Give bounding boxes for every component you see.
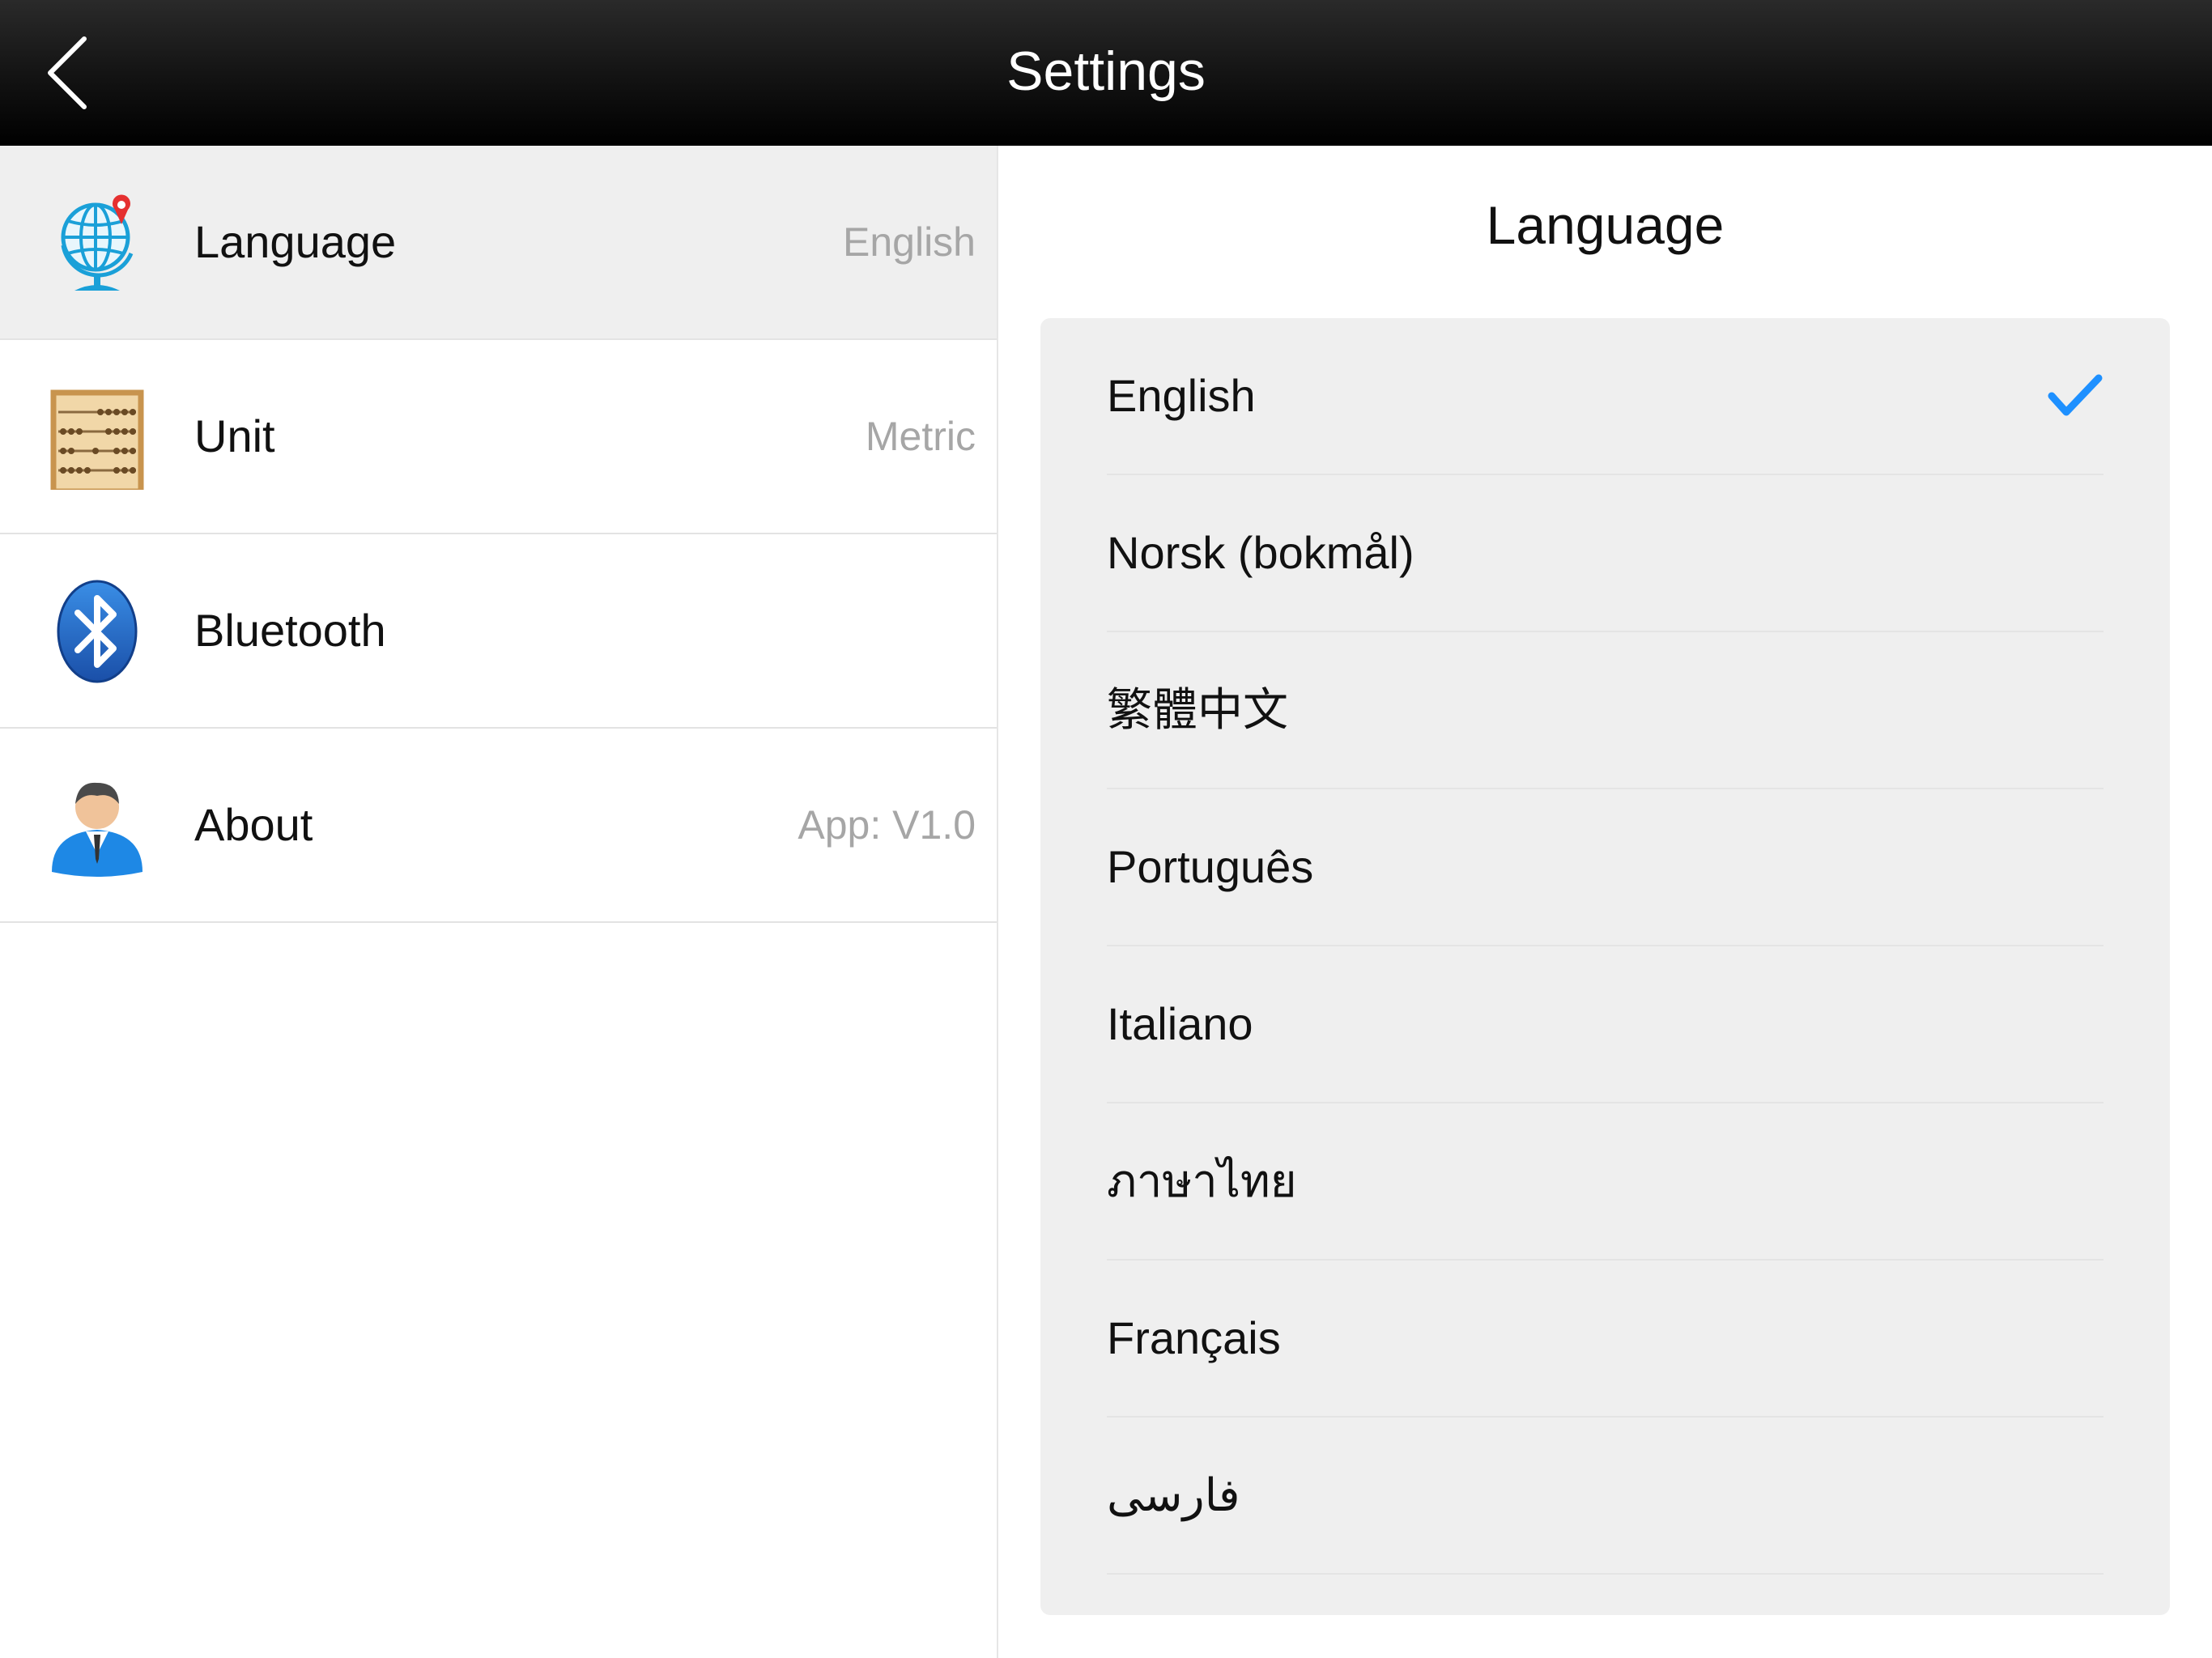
settings-item-label: Bluetooth [194, 605, 386, 656]
language-option-traditional-chinese[interactable]: 繁體中文 [1107, 632, 2104, 789]
settings-item-value: Metric [865, 414, 976, 459]
user-icon [47, 773, 147, 878]
settings-item-value: App: V1.0 [798, 802, 976, 848]
settings-item-bluetooth[interactable]: Bluetooth [0, 534, 997, 729]
page-title: Settings [1006, 40, 1206, 102]
language-option-italian[interactable]: Italiano [1107, 946, 2104, 1103]
settings-item-label: About [194, 799, 313, 850]
settings-item-unit[interactable]: Unit Metric [0, 340, 997, 534]
settings-item-language[interactable]: Language English [0, 146, 997, 340]
bluetooth-icon [47, 579, 147, 684]
language-option-thai[interactable]: ภาษาไทย [1107, 1103, 2104, 1261]
language-option-persian[interactable]: فارسی [1107, 1418, 2104, 1575]
settings-item-label: Unit [194, 410, 275, 461]
abacus-icon [47, 385, 147, 490]
settings-item-value: English [843, 219, 976, 265]
language-detail-pane: Language English Norsk (bokmål) 繁體中文 Por… [998, 146, 2212, 1658]
language-label: English [1107, 370, 1256, 421]
language-label: Italiano [1107, 998, 1253, 1049]
navigation-bar: Settings [0, 0, 2212, 146]
language-label: Norsk (bokmål) [1107, 527, 1414, 578]
settings-list: Language English Unit Metric Bluetooth A… [0, 146, 998, 1658]
language-label: 繁體中文 [1107, 684, 1288, 735]
checkmark-icon [2047, 372, 2104, 420]
language-label: Português [1107, 841, 1314, 892]
language-option-french[interactable]: Français [1107, 1261, 2104, 1418]
language-option-portuguese[interactable]: Português [1107, 789, 2104, 946]
language-label: Français [1107, 1312, 1281, 1363]
language-option-english[interactable]: English [1107, 318, 2104, 475]
language-list: English Norsk (bokmål) 繁體中文 Português It… [1040, 318, 2170, 1615]
language-label: ภาษาไทย [1107, 1155, 1297, 1206]
settings-item-about[interactable]: About App: V1.0 [0, 729, 997, 923]
detail-title: Language [1486, 195, 1725, 255]
settings-screen: Settings Language English Unit Metric Bl… [0, 0, 2212, 1658]
globe-icon [47, 190, 147, 295]
settings-item-label: Language [194, 216, 397, 267]
language-option-norsk[interactable]: Norsk (bokmål) [1107, 475, 2104, 632]
language-label: فارسی [1107, 1469, 1240, 1520]
